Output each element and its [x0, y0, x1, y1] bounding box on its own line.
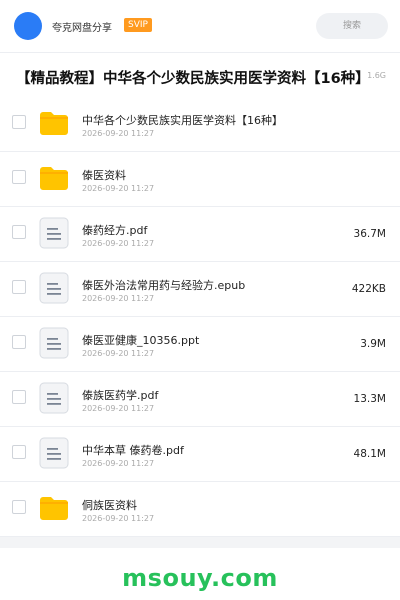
document-icon: [38, 217, 70, 249]
select-checkbox[interactable]: [12, 445, 26, 459]
file-date: 2026-09-20 11:27: [82, 404, 155, 413]
page-title: 【精品教程】中华各个少数民族实用医学资料【16种】: [16, 71, 370, 87]
search-input[interactable]: 搜索: [316, 13, 388, 39]
list-item[interactable]: 侗族医资料 2026-09-20 11:27: [0, 482, 400, 537]
file-name: 中华本草 傣药卷.pdf: [82, 444, 184, 457]
app-name: 夸克网盘分享: [52, 23, 112, 34]
document-icon: [38, 272, 70, 304]
avatar[interactable]: [14, 12, 42, 40]
file-name: 傣族医药学.pdf: [82, 389, 159, 402]
document-icon: [38, 437, 70, 469]
select-checkbox[interactable]: [12, 390, 26, 404]
folder-icon: [38, 492, 70, 524]
document-icon: [38, 327, 70, 359]
watermark: msouy.com: [0, 548, 400, 600]
file-size: 48.1M: [353, 448, 386, 460]
svip-badge: SVIP: [124, 18, 152, 32]
select-checkbox[interactable]: [12, 500, 26, 514]
list-item[interactable]: 中华各个少数民族实用医学资料【16种】 2026-09-20 11:27: [0, 97, 400, 152]
file-name: 中华各个少数民族实用医学资料【16种】: [82, 114, 283, 127]
list-item[interactable]: 傣医外治法常用药与经验方.epub 2026-09-20 11:27 422KB: [0, 262, 400, 317]
file-date: 2026-09-20 11:27: [82, 459, 155, 468]
file-date: 2026-09-20 11:27: [82, 514, 155, 523]
file-size: 422KB: [351, 283, 386, 295]
top-bar: 夸克网盘分享 SVIP 搜索: [0, 0, 400, 52]
document-icon: [38, 382, 70, 414]
file-list: 中华各个少数民族实用医学资料【16种】 2026-09-20 11:27 傣医资料 2…: [0, 97, 400, 537]
list-item[interactable]: 傣族医药学.pdf 2026-09-20 11:27 13.3M: [0, 372, 400, 427]
file-size: 3.9M: [360, 338, 386, 350]
list-item[interactable]: 傣药经方.pdf 2026-09-20 11:27 36.7M: [0, 207, 400, 262]
folder-icon: [38, 162, 70, 194]
file-name: 傣药经方.pdf: [82, 224, 148, 237]
file-name: 傣医外治法常用药与经验方.epub: [82, 279, 246, 292]
file-date: 2026-09-20 11:27: [82, 294, 155, 303]
list-item[interactable]: 傣医亚健康_10356.ppt 2026-09-20 11:27 3.9M: [0, 317, 400, 372]
list-item[interactable]: 傣医资料 2026-09-20 11:27: [0, 152, 400, 207]
select-checkbox[interactable]: [12, 115, 26, 129]
select-checkbox[interactable]: [12, 225, 26, 239]
file-size: 36.7M: [353, 228, 386, 240]
folder-icon: [38, 107, 70, 139]
file-name: 傣医亚健康_10356.ppt: [82, 334, 200, 347]
file-size: 13.3M: [353, 393, 386, 405]
file-date: 2026-09-20 11:27: [82, 129, 155, 138]
watermark-text: msouy.com: [122, 564, 278, 592]
select-checkbox[interactable]: [12, 170, 26, 184]
folder-header: 1.6G 【精品教程】中华各个少数民族实用医学资料【16种】: [0, 52, 400, 98]
file-date: 2026-09-20 11:27: [82, 349, 155, 358]
list-item[interactable]: 中华本草 傣药卷.pdf 2026-09-20 11:27 48.1M: [0, 427, 400, 482]
file-name: 侗族医资料: [82, 499, 137, 512]
file-name: 傣医资料: [82, 169, 126, 182]
select-checkbox[interactable]: [12, 335, 26, 349]
file-date: 2026-09-20 11:27: [82, 239, 155, 248]
select-checkbox[interactable]: [12, 280, 26, 294]
file-date: 2026-09-20 11:27: [82, 184, 155, 193]
